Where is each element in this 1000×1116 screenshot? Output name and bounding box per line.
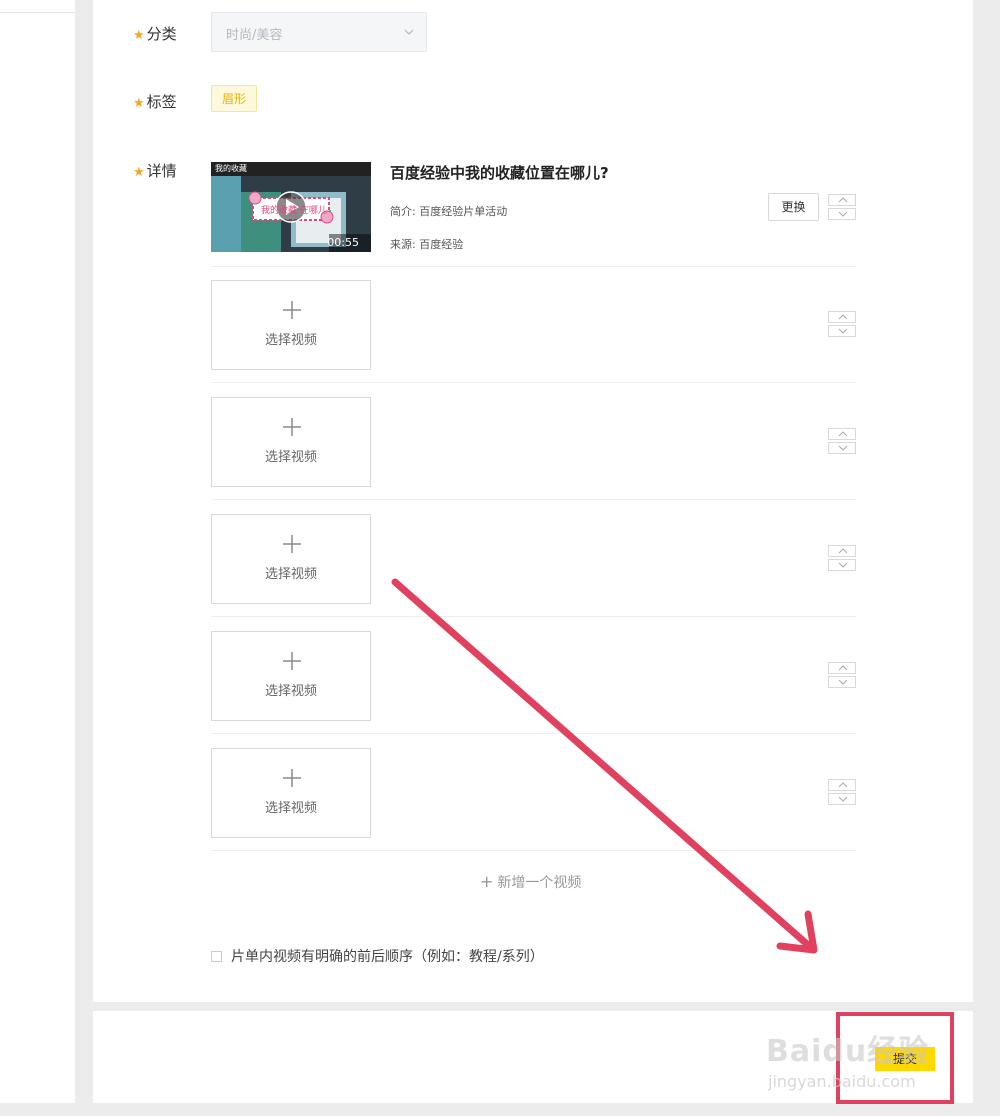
baidu-watermark: Baidu经验 [766,1034,930,1069]
annotation-arrow-icon [391,578,818,954]
watermark-url: jingyan.baidu.com [768,1072,916,1091]
